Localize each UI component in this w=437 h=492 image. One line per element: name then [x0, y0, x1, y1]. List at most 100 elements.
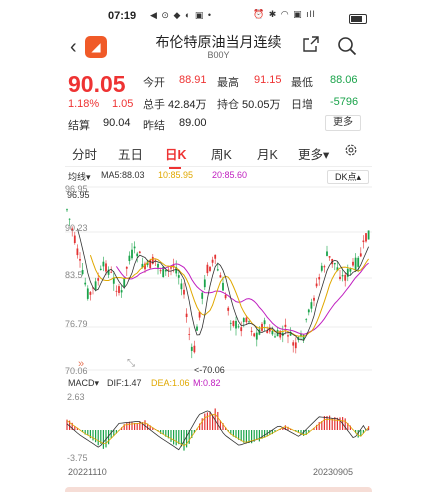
candle-body [341, 275, 344, 277]
candle-body [73, 235, 76, 244]
macd-bar [201, 418, 203, 430]
candle-body [214, 254, 217, 259]
candle-body [250, 330, 253, 332]
date-start: 20221110 [68, 467, 107, 477]
candle-body [193, 345, 196, 353]
tab-more[interactable]: 更多▾ [298, 144, 329, 163]
candle-body [232, 320, 235, 326]
macd-bar [245, 430, 247, 444]
macd-bar [243, 430, 245, 443]
candle-body [66, 209, 68, 211]
candle-body [131, 249, 133, 259]
macd-bar [126, 422, 128, 430]
candle-body [367, 230, 370, 240]
tab-daily-k[interactable]: 日K [165, 144, 187, 169]
candle-body [94, 281, 97, 290]
macd-bar [92, 430, 94, 441]
open-label: 今开 [143, 77, 165, 89]
macd-bar [258, 430, 260, 442]
candle-body [333, 262, 336, 265]
expand-icon[interactable]: ⤡ [127, 358, 135, 369]
collapse-icon[interactable]: » [78, 358, 84, 370]
macd-selector[interactable]: MACD▾ [68, 378, 99, 389]
candle-body [97, 278, 100, 281]
candle-body [76, 248, 79, 256]
period-tabs: 分时 五日 日K 周K 月K 更多▾ [65, 140, 372, 169]
low-value: 88.06 [330, 74, 358, 86]
candle-body [138, 251, 141, 254]
macd-bar [217, 411, 219, 430]
tab-five-day[interactable]: 五日 [118, 144, 143, 163]
macd-y-bottom: -3.75 [67, 453, 88, 463]
candle-body [154, 259, 157, 261]
more-button[interactable]: 更多 [325, 115, 361, 131]
candle-body [318, 277, 321, 280]
candle-body [128, 255, 131, 262]
open-value: 88.91 [179, 74, 207, 86]
candle-body [196, 326, 198, 331]
daily-add-label: 日增 [291, 99, 313, 111]
macd-bar [334, 417, 336, 430]
ma20-value: 20:85.60 [212, 170, 248, 180]
candle-body [222, 282, 224, 291]
volume-value: 42.84万 [168, 99, 207, 111]
macd-bar [95, 430, 97, 443]
candle-body [190, 346, 193, 351]
candle-body [274, 336, 276, 338]
candle-body [359, 253, 362, 257]
candle-body [307, 309, 310, 313]
position-label: 持仓 [217, 99, 239, 111]
candle-body [224, 294, 227, 299]
macd-dea: DEA:1.06 [151, 378, 190, 388]
bottom-action-bar[interactable] [65, 487, 372, 492]
macd-bar [336, 417, 338, 430]
candle-body [320, 265, 323, 271]
candle-body [86, 288, 89, 299]
macd-bar [97, 430, 99, 446]
last-price: 90.05 [68, 71, 126, 97]
candle-body [339, 276, 341, 279]
macd-bar [339, 417, 341, 430]
candle-body [185, 313, 188, 318]
macd-bar [240, 430, 242, 442]
candle-body [313, 297, 315, 301]
share-icon[interactable] [303, 36, 319, 52]
status-time: 07:19 [108, 10, 137, 22]
candle-body [292, 342, 295, 346]
macd-bar [206, 412, 208, 430]
kline-chart[interactable]: 96.95 90.23 83.5 76.79 70.06 96.95 <-70.… [65, 182, 372, 377]
macd-panel: MACD▾ DIF:1.47 DEA:1.06 M:0.82 2.63 -3.7… [65, 376, 372, 477]
candle-body [287, 335, 289, 337]
candle-body [136, 253, 139, 257]
candle-body [310, 302, 313, 309]
tab-monthly-k[interactable]: 月K [257, 144, 278, 163]
candle-body [352, 261, 354, 266]
date-end: 20230905 [313, 467, 354, 477]
prev-settle-value: 89.00 [179, 117, 207, 129]
ma20-line [115, 262, 369, 335]
candle-body [89, 292, 92, 295]
settle-value: 90.04 [103, 117, 131, 129]
candle-body [346, 268, 349, 277]
candle-body [240, 327, 243, 332]
quote-panel: 90.05 1.18% 1.05 今开 88.91 最高 91.15 最低 88… [65, 68, 372, 132]
candle-body [99, 268, 102, 270]
prev-settle-label: 昨结 [143, 120, 165, 132]
macd-bar [170, 430, 172, 442]
candle-body [305, 319, 308, 321]
candle-body [357, 257, 360, 267]
low-label: 最低 [291, 77, 313, 89]
candle-body [79, 259, 81, 261]
candle-body [245, 317, 248, 323]
tab-intraday[interactable]: 分时 [72, 144, 97, 163]
candle-body [326, 251, 328, 256]
candle-body [284, 324, 287, 327]
tab-weekly-k[interactable]: 周K [211, 144, 232, 163]
settings-icon[interactable] [344, 143, 358, 157]
search-icon[interactable] [337, 36, 357, 56]
macd-bar [102, 430, 104, 449]
macd-chart[interactable]: 2.63 -3.75 [65, 390, 372, 464]
candle-body [328, 256, 331, 258]
candle-body [227, 307, 230, 311]
candle-body [125, 266, 128, 269]
